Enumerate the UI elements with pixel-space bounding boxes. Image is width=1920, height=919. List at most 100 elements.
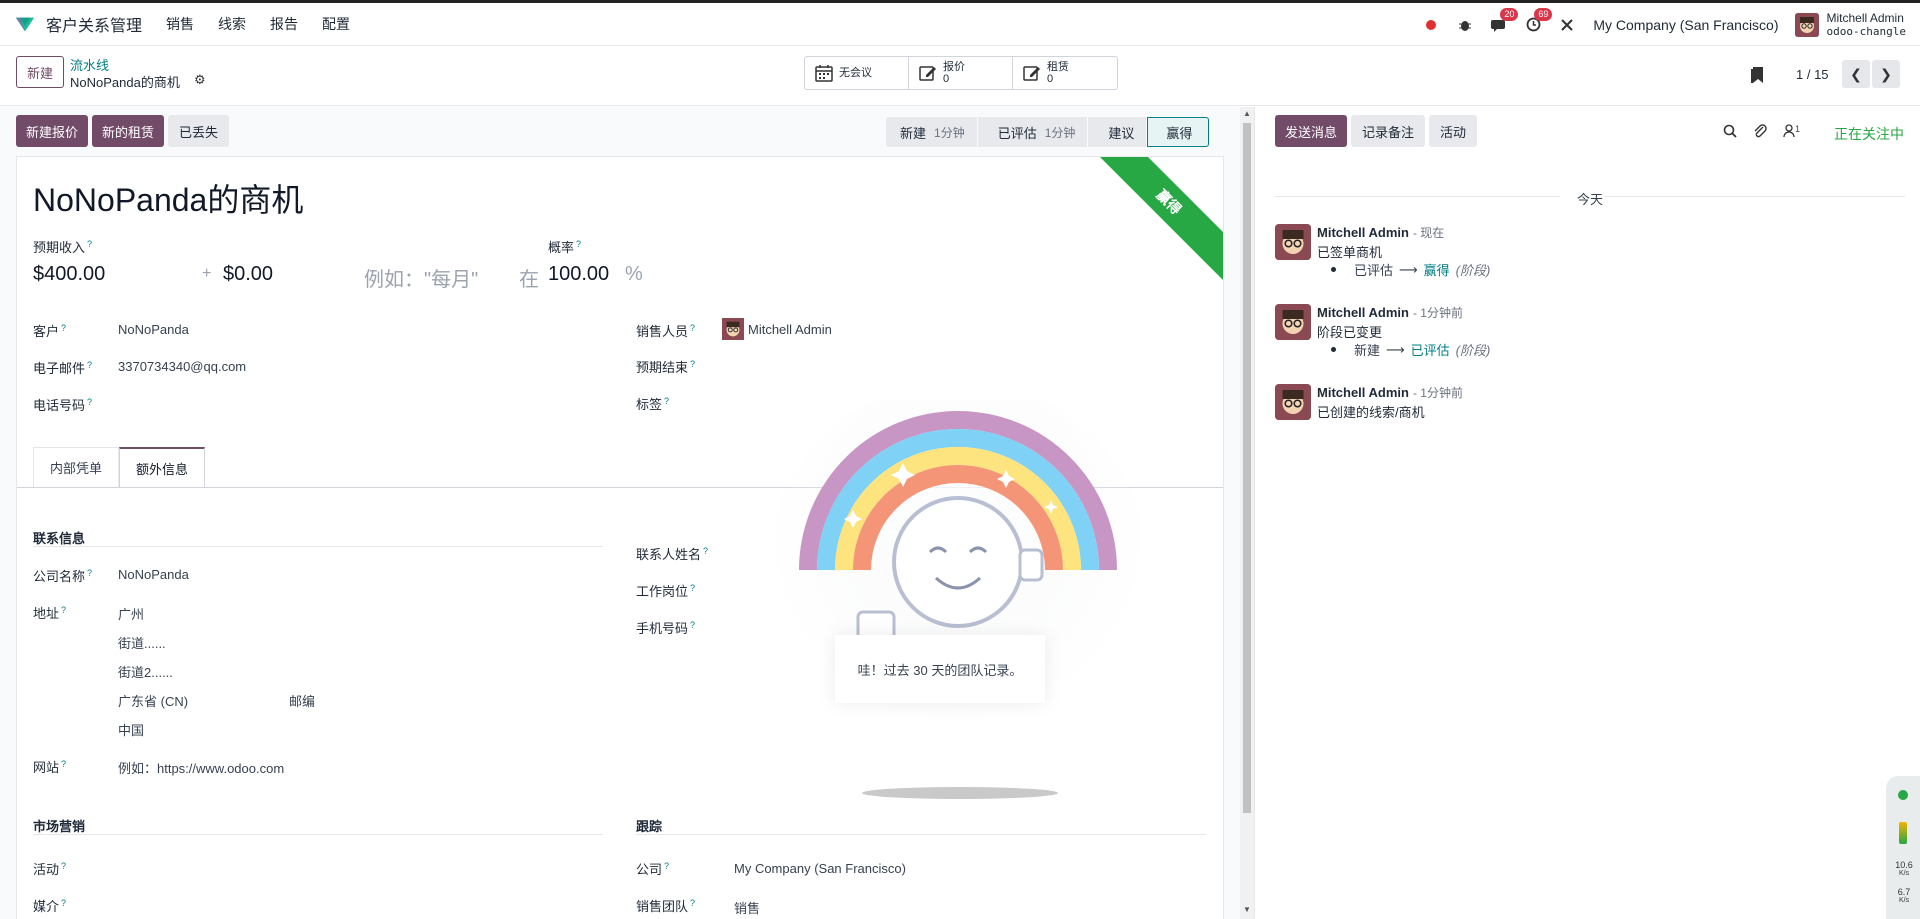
author-avatar[interactable] bbox=[1275, 224, 1311, 260]
signal-bar-icon bbox=[1899, 822, 1907, 844]
notebook-tabs: 内部凭单 额外信息 bbox=[33, 447, 206, 487]
send-message-button[interactable]: 发送消息 bbox=[1275, 115, 1348, 147]
message-author[interactable]: Mitchell Admin - 1分钟前 bbox=[1317, 384, 1463, 401]
gear-icon[interactable]: ⚙ bbox=[194, 72, 206, 88]
old-value: 已评估 bbox=[1354, 263, 1394, 278]
tools-icon[interactable] bbox=[1559, 17, 1575, 33]
marketing-section: 市场营销 bbox=[33, 819, 86, 834]
recurring-plan-field[interactable]: 例如："每月" bbox=[364, 263, 478, 292]
record-dot-icon[interactable] bbox=[1423, 17, 1439, 33]
tab-extra-info[interactable]: 额外信息 bbox=[119, 447, 206, 487]
stage-label: 建议 bbox=[1108, 125, 1135, 141]
website-field[interactable]: 例如：https://www.odoo.com bbox=[118, 758, 284, 777]
app-name[interactable]: 客户关系管理 bbox=[46, 12, 142, 36]
email-field[interactable]: 3370734340@qq.com bbox=[118, 359, 246, 374]
stage-new[interactable]: 新建 1分钟 bbox=[886, 117, 977, 147]
message-author[interactable]: Mitchell Admin - 1分钟前 bbox=[1317, 304, 1463, 321]
activity-button[interactable]: 活动 bbox=[1429, 115, 1478, 147]
section-divider bbox=[636, 834, 1206, 835]
menu-sales[interactable]: 销售 bbox=[166, 14, 194, 34]
breadcrumb-current: NoNoPanda的商机 bbox=[70, 75, 180, 90]
company-label: 公司? bbox=[636, 860, 670, 877]
company-field[interactable]: My Company (San Francisco) bbox=[734, 861, 906, 876]
sales-team-label: 销售团队? bbox=[636, 897, 696, 914]
bug-icon[interactable] bbox=[1457, 17, 1473, 33]
message-time: - 1分钟前 bbox=[1412, 306, 1463, 320]
chat-icon[interactable]: 20 bbox=[1491, 7, 1519, 33]
followers-button[interactable]: 1 bbox=[1783, 124, 1800, 138]
company-switcher[interactable]: My Company (San Francisco) bbox=[1593, 17, 1778, 33]
probability-field[interactable]: 100.00 bbox=[548, 263, 609, 286]
country-field[interactable]: 中国 bbox=[118, 720, 144, 739]
pager-value[interactable]: 1 / 15 bbox=[1796, 67, 1829, 82]
rentals-label: 租赁 bbox=[1047, 61, 1069, 73]
rentals-smart-button[interactable]: 租赁 0 bbox=[1013, 57, 1117, 89]
customer-field[interactable]: NoNoPanda bbox=[118, 322, 189, 337]
quotations-smart-button[interactable]: 报价 0 bbox=[909, 57, 1013, 89]
form-scrollbar[interactable]: ▲ ▼ bbox=[1240, 107, 1254, 919]
city-field[interactable]: 广州 bbox=[118, 604, 144, 623]
message-item: Mitchell Admin - 1分钟前 阶段已变更 新建 ⟶ 已评估 (阶段) bbox=[1275, 304, 1895, 368]
stage-won[interactable]: 赢得 bbox=[1147, 117, 1210, 147]
street2-field[interactable]: 街道2...... bbox=[118, 662, 173, 681]
stage-label: 新建 bbox=[900, 125, 927, 141]
message-author[interactable]: Mitchell Admin - 现在 bbox=[1317, 224, 1444, 241]
tags-label: 标签? bbox=[636, 395, 670, 412]
menu-reporting[interactable]: 报告 bbox=[270, 14, 298, 34]
expected-revenue-field[interactable]: $400.00 bbox=[33, 263, 105, 286]
smart-buttons: 无会议 报价 0 租赁 0 bbox=[804, 56, 1118, 90]
job-position-label: 工作岗位? bbox=[636, 582, 696, 599]
street-field[interactable]: 街道...... bbox=[118, 633, 166, 652]
author-avatar[interactable] bbox=[1275, 304, 1311, 340]
message-item: Mitchell Admin - 1分钟前 已创建的线索/商机 bbox=[1275, 384, 1895, 428]
customer-label: 客户? bbox=[33, 322, 67, 339]
chatter-topbar: 发送消息 记录备注 活动 bbox=[1275, 115, 1478, 147]
zip-field[interactable]: 邮编 bbox=[289, 691, 315, 710]
following-button[interactable]: 正在关注中 bbox=[1834, 124, 1904, 144]
download-speed: 6.7 bbox=[1897, 887, 1911, 897]
sales-team-field[interactable]: 销售 bbox=[734, 898, 760, 917]
log-note-button[interactable]: 记录备注 bbox=[1351, 115, 1426, 147]
new-record-button[interactable]: 新建 bbox=[16, 56, 64, 88]
bookmark-icon[interactable] bbox=[1750, 66, 1764, 84]
user-menu[interactable]: Mitchell Admin odoo-changle bbox=[1826, 10, 1906, 38]
company-name-field[interactable]: NoNoPanda bbox=[118, 567, 189, 582]
new-rental-button[interactable]: 新的租赁 bbox=[92, 115, 165, 147]
tracking-value: 新建 ⟶ 已评估 (阶段) bbox=[1331, 340, 1490, 359]
paperclip-icon[interactable] bbox=[1753, 123, 1767, 139]
search-icon[interactable] bbox=[1723, 124, 1737, 138]
stage-proposition[interactable]: 建议 bbox=[1088, 117, 1147, 147]
user-name: Mitchell Admin bbox=[1826, 10, 1904, 25]
scroll-up-arrow-icon[interactable]: ▲ bbox=[1243, 109, 1251, 118]
crm-logo-icon[interactable] bbox=[14, 13, 36, 35]
chevron-left-icon: ❮ bbox=[1850, 65, 1862, 82]
scrollbar-thumb[interactable] bbox=[1243, 123, 1251, 813]
form-action-buttons: 新建报价 新的租赁 已丢失 bbox=[16, 115, 230, 147]
network-speed-widget[interactable]: 10.6 K/s 6.7 K/s bbox=[1886, 776, 1920, 919]
state-field[interactable]: 广东省 (CN) bbox=[118, 691, 188, 710]
meetings-smart-button[interactable]: 无会议 bbox=[805, 57, 909, 89]
opportunity-name[interactable]: NoNoPanda的商机 bbox=[33, 175, 303, 221]
recurring-revenue-field[interactable]: $0.00 bbox=[223, 263, 273, 286]
stage-qualified[interactable]: 已评估 1分钟 bbox=[977, 117, 1088, 147]
scroll-down-arrow-icon[interactable]: ▼ bbox=[1243, 905, 1251, 914]
author-avatar[interactable] bbox=[1275, 384, 1311, 420]
section-divider bbox=[33, 834, 603, 835]
won-ribbon: 赢得 bbox=[1086, 157, 1223, 285]
control-panel: 新建 流水线 NoNoPanda的商机 ⚙ 无会议 报价 0 租赁 0 1 / 15… bbox=[0, 46, 1920, 106]
pager-previous-button[interactable]: ❮ bbox=[1842, 60, 1870, 88]
user-avatar[interactable] bbox=[1794, 12, 1819, 37]
salesperson-field[interactable]: Mitchell Admin bbox=[722, 318, 832, 340]
rentals-count: 0 bbox=[1047, 73, 1054, 85]
pager-next-button[interactable]: ❯ bbox=[1872, 60, 1900, 88]
contact-info-section: 联系信息 bbox=[33, 531, 86, 546]
activity-badge: 69 bbox=[1534, 7, 1553, 21]
new-quotation-button[interactable]: 新建报价 bbox=[16, 115, 89, 147]
salesperson-avatar bbox=[722, 318, 744, 340]
menu-leads[interactable]: 线索 bbox=[218, 14, 246, 34]
tab-internal-notes[interactable]: 内部凭单 bbox=[33, 447, 120, 487]
rainbow-message: 哇！过去 30 天的团队记录。 bbox=[835, 635, 1045, 703]
activity-clock-icon[interactable]: 69 bbox=[1525, 7, 1553, 33]
mark-lost-button[interactable]: 已丢失 bbox=[168, 115, 230, 147]
menu-configuration[interactable]: 配置 bbox=[322, 14, 350, 34]
